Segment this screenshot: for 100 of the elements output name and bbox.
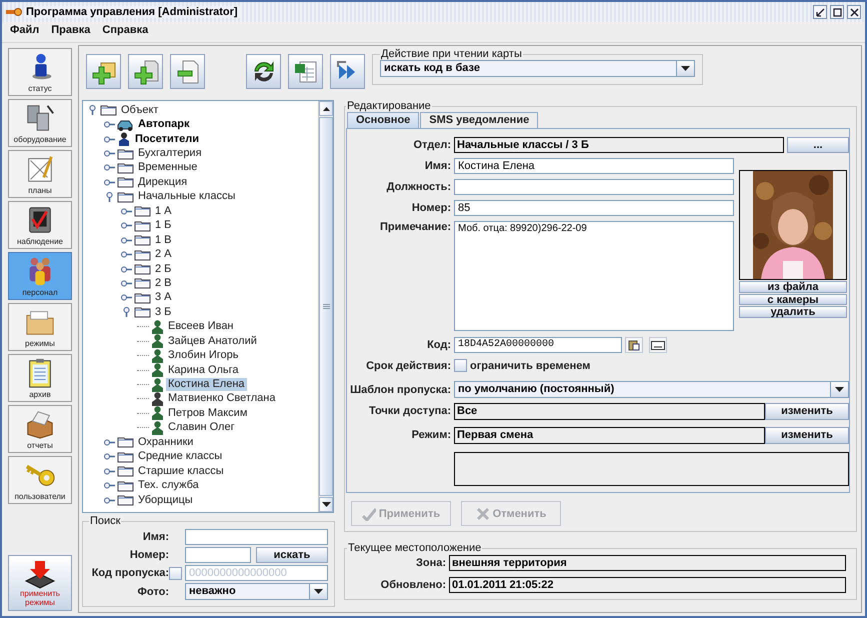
tree-item[interactable]: Старшие классы xyxy=(136,464,226,478)
field-label: Примечание: xyxy=(378,221,451,233)
tree-item[interactable]: 1 Б xyxy=(153,219,174,232)
change-button[interactable]: изменить xyxy=(765,402,849,420)
checkbox[interactable] xyxy=(454,359,467,372)
tree-item[interactable]: Бухгалтерия xyxy=(136,147,204,160)
sidebar-button[interactable]: наблюдение xyxy=(8,201,72,249)
field-label: Должность: xyxy=(386,181,451,193)
menu-item[interactable]: Справка xyxy=(102,24,148,42)
tab[interactable]: Основное xyxy=(347,112,420,128)
input-field[interactable] xyxy=(454,179,734,195)
tree-item[interactable]: Костина Елена xyxy=(166,378,247,392)
tree-item[interactable]: Матвиенко Светлана xyxy=(166,392,278,406)
sidebar-button[interactable]: оборудование xyxy=(8,99,72,147)
sidebar-button[interactable]: отчеты xyxy=(8,405,72,453)
photo-button[interactable]: из файла xyxy=(739,281,847,292)
sidebar-button[interactable]: статус xyxy=(8,48,72,96)
tree-item[interactable]: Уборщицы xyxy=(136,494,195,507)
tree-item[interactable]: 3 А xyxy=(153,291,174,304)
folder-icon xyxy=(100,104,117,116)
photo-button[interactable]: с камеры xyxy=(739,294,847,305)
scrollbar-thumb[interactable] xyxy=(319,117,333,496)
tree-item[interactable]: Начальные классы xyxy=(136,190,238,204)
folder-icon xyxy=(117,465,134,478)
field-label: Номер: xyxy=(128,549,169,561)
field-label: Фото: xyxy=(136,586,169,598)
forward-button[interactable] xyxy=(330,54,365,89)
paste-button[interactable] xyxy=(625,337,643,353)
menu-item[interactable]: Файл xyxy=(10,24,40,42)
sidebar-button[interactable]: планы xyxy=(8,150,72,198)
input-field[interactable] xyxy=(185,547,251,563)
browse-button[interactable]: ... xyxy=(787,137,849,153)
input-field[interactable] xyxy=(185,529,328,545)
scroll-up-button[interactable] xyxy=(319,101,333,116)
remove-icon xyxy=(174,58,200,84)
tree-item[interactable]: Охранники xyxy=(136,436,196,449)
spreadsheet-button[interactable] xyxy=(288,54,323,89)
folder-icon xyxy=(117,436,134,448)
tree-item[interactable]: Временные xyxy=(136,161,200,174)
folder-icon xyxy=(134,248,151,261)
folder-icon xyxy=(117,494,134,506)
folder-icon xyxy=(134,234,151,246)
change-button[interactable]: изменить xyxy=(765,426,849,444)
add-folder-button[interactable] xyxy=(86,54,121,89)
dropdown[interactable]: неважно xyxy=(185,583,328,600)
sidebar-button[interactable]: персонал xyxy=(8,252,72,300)
checkbox[interactable] xyxy=(169,566,182,580)
sidebar-button[interactable]: режимы xyxy=(8,303,72,351)
up-arrow-icon xyxy=(322,106,330,110)
card-action-dropdown[interactable]: искать код в базе xyxy=(380,60,695,77)
remove-button[interactable] xyxy=(170,54,205,89)
tree-item[interactable]: Карина Ольга xyxy=(166,364,241,377)
tree-item[interactable]: 1 В xyxy=(153,234,174,247)
window-title: Программа управления [Administrator] xyxy=(26,6,242,18)
tree-item[interactable]: Евсеев Иван xyxy=(166,320,236,334)
refresh-button[interactable] xyxy=(246,54,281,89)
tree-item[interactable]: 1 А xyxy=(153,204,174,218)
folder-icon xyxy=(117,162,134,174)
code-field[interactable]: 18D4A52A00000000 xyxy=(454,337,622,353)
tree-item[interactable]: Петров Максим xyxy=(166,406,250,420)
minimize-button[interactable] xyxy=(813,5,827,19)
folder-icon xyxy=(134,277,151,290)
menu-item[interactable]: Правка xyxy=(51,24,90,42)
access-points-field: Все xyxy=(454,402,765,420)
input-field[interactable]: Костина Елена xyxy=(454,158,734,174)
tree-item[interactable]: 2 В xyxy=(153,276,174,290)
tree-item[interactable]: Дирекция xyxy=(136,176,190,189)
tree-item[interactable]: Славин Олег xyxy=(166,421,237,434)
sidebar-button[interactable]: архив xyxy=(8,354,72,402)
tab[interactable]: SMS уведомление xyxy=(420,112,538,128)
tree-item[interactable]: Злобин Игорь xyxy=(166,349,241,362)
tree-item[interactable]: Тех. служба xyxy=(136,479,201,492)
search-button[interactable]: искать xyxy=(256,547,328,563)
folder-icon xyxy=(117,190,134,203)
tree-item[interactable]: 2 Б xyxy=(153,262,174,276)
pass-template-dropdown[interactable]: по умолчанию (постоянный) xyxy=(454,381,849,398)
keyboard-button[interactable] xyxy=(649,337,667,353)
input-field[interactable]: 85 xyxy=(454,200,734,216)
field-label: Шаблон пропуска: xyxy=(349,384,451,396)
tree-item[interactable]: Посетители xyxy=(133,132,201,146)
notes-field[interactable]: Моб. отца: 89920)296-22-09 xyxy=(454,221,734,331)
tree-item[interactable]: Зайцев Анатолий xyxy=(166,334,259,348)
apply-modes-button[interactable]: применить режимы xyxy=(8,555,72,611)
scroll-down-button[interactable] xyxy=(319,497,333,512)
department-field: Начальные классы / 3 Б xyxy=(454,137,784,153)
maximize-button[interactable] xyxy=(830,5,844,19)
close-button[interactable] xyxy=(847,5,861,19)
chip-icon xyxy=(23,559,57,589)
field-label: Точки доступа: xyxy=(368,405,451,417)
tree-item[interactable]: 2 А xyxy=(153,248,174,262)
sidebar-button[interactable]: пользователи xyxy=(8,456,72,504)
value-field: внешняя территория xyxy=(449,555,846,571)
tree-item[interactable]: 3 Б xyxy=(153,306,174,319)
tree-item[interactable]: Автопарк xyxy=(136,118,192,132)
group-label: Поиск xyxy=(89,515,122,527)
photo-button[interactable]: удалить xyxy=(739,306,847,318)
tree-item[interactable]: Объект xyxy=(119,104,160,117)
dropdown-arrow-icon xyxy=(314,589,323,594)
tree-item[interactable]: Средние классы xyxy=(136,450,224,464)
field-label: Отдел: xyxy=(412,139,451,151)
